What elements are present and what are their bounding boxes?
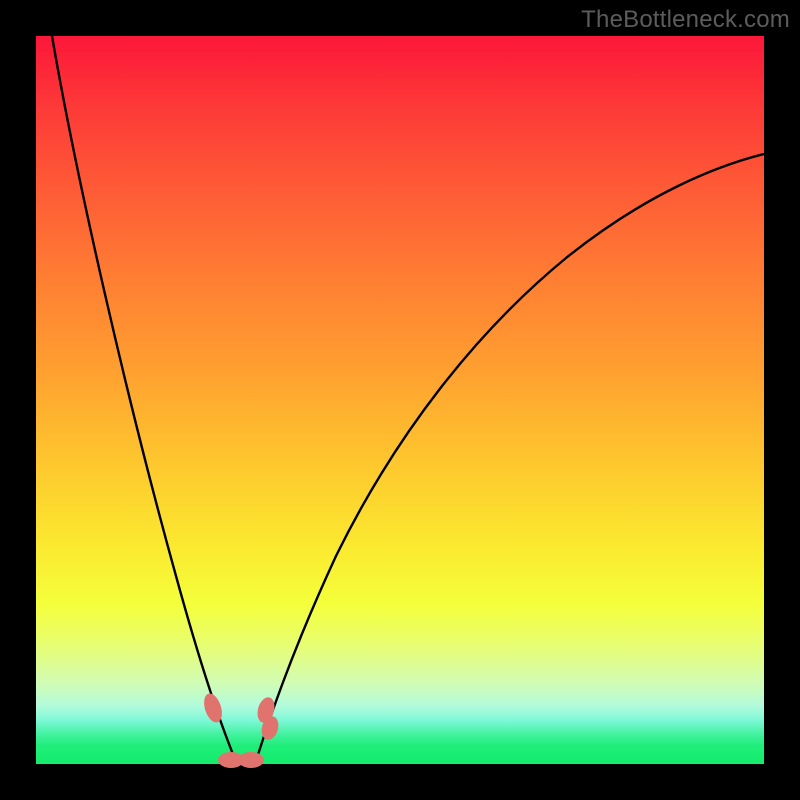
right-curve — [255, 154, 764, 764]
left-curve — [52, 36, 237, 764]
curves-svg — [36, 36, 764, 764]
watermark-text: TheBottleneck.com — [581, 6, 790, 34]
left-marker — [201, 691, 225, 724]
plot-area — [36, 36, 764, 764]
chart-frame: TheBottleneck.com — [0, 0, 800, 800]
valley-right-marker — [238, 752, 264, 768]
